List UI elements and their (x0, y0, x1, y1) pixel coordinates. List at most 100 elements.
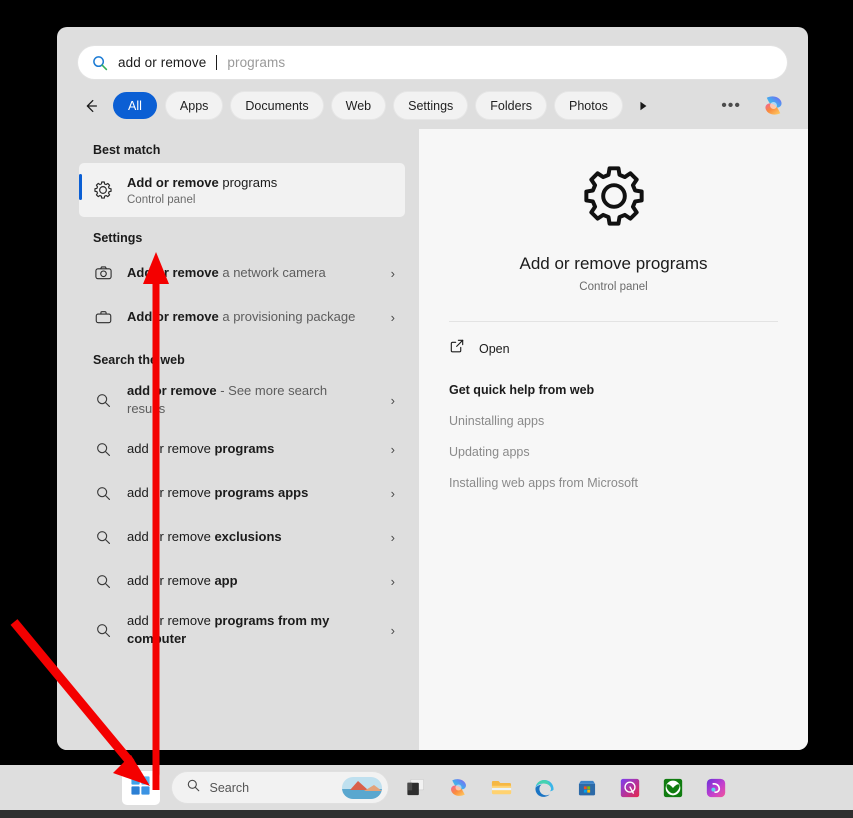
result-best-match-add-or-remove-programs[interactable]: Add or remove programs Control panel (79, 163, 405, 217)
photo-thumbnail[interactable] (341, 776, 382, 799)
result-settings-provisioning-package[interactable]: Add or remove a provisioning package › (79, 295, 405, 339)
more-options-icon[interactable]: ••• (715, 97, 747, 115)
result-title: add or remove app (127, 573, 238, 588)
microsoft-store-icon[interactable] (572, 772, 603, 803)
open-button[interactable]: Open (441, 322, 786, 359)
result-text: add or remove app (127, 572, 367, 590)
result-title-plain: add or remove (127, 613, 215, 628)
search-input[interactable]: add or remove programs (78, 46, 787, 79)
search-icon (93, 392, 113, 409)
search-icon (186, 778, 201, 798)
help-section-heading: Get quick help from web (449, 383, 595, 397)
clipchamp-icon[interactable] (701, 772, 732, 803)
result-web-see-more[interactable]: add or remove - See more search results … (79, 373, 405, 427)
copilot-icon[interactable] (760, 92, 787, 119)
taskbar-search-box[interactable]: Search (171, 772, 388, 803)
briefcase-icon (93, 308, 113, 327)
windows-search-flyout: add or remove programs All Apps Documents… (57, 27, 808, 750)
chevron-right-icon[interactable]: › (381, 530, 395, 545)
chevron-right-icon[interactable]: › (381, 486, 395, 501)
taskbar: Search (0, 765, 853, 810)
preview-header: Add or remove programs Control panel (441, 129, 786, 293)
filter-chip-settings[interactable]: Settings (394, 92, 468, 119)
filter-chip-row: All Apps Documents Web Settings Folders … (57, 79, 808, 129)
result-text: Add or remove programs Control panel (127, 174, 395, 206)
play-arrow-icon[interactable] (631, 94, 655, 118)
search-query-text: add or remove (118, 55, 207, 70)
result-text: add or remove programs apps (127, 484, 367, 502)
result-text: add or remove exclusions (127, 528, 367, 546)
help-link-installing-web-apps[interactable]: Installing web apps from Microsoft (441, 459, 786, 490)
results-list-pane: Best match Add or remove programs Contro… (57, 129, 419, 750)
result-title-plain: add or remove (127, 485, 215, 500)
edge-icon[interactable] (529, 772, 560, 803)
result-title-bold: Add or remove (127, 265, 219, 280)
filter-chip-all[interactable]: All (113, 92, 157, 119)
search-icon (93, 622, 113, 639)
section-heading-settings: Settings (93, 231, 143, 245)
chevron-right-icon[interactable]: › (381, 310, 395, 325)
filter-chip-documents[interactable]: Documents (231, 92, 323, 119)
section-heading-best-match: Best match (93, 143, 161, 157)
xbox-icon[interactable] (658, 772, 689, 803)
result-text: Add or remove a provisioning package (127, 308, 367, 326)
screen: add or remove programs All Apps Documents… (0, 0, 853, 818)
result-title-bold: Add or remove (127, 175, 219, 190)
result-title: Add or remove a network camera (127, 265, 326, 280)
result-title-bold: programs (214, 441, 275, 456)
windows-start-icon (130, 775, 151, 801)
result-web-app[interactable]: add or remove app › (79, 559, 405, 603)
screen-bottom-edge (0, 810, 853, 818)
help-link-uninstalling-apps[interactable]: Uninstalling apps (441, 397, 786, 428)
gear-icon (93, 180, 113, 200)
filter-chip-apps[interactable]: Apps (165, 92, 223, 119)
chevron-right-icon[interactable]: › (381, 574, 395, 589)
chip-label: Photos (568, 98, 608, 113)
result-title: add or remove programs apps (127, 485, 308, 500)
result-text: add or remove programs (127, 440, 367, 458)
chip-label: Web (345, 98, 372, 113)
result-title-plain: add or remove (127, 529, 215, 544)
preview-subtitle: Control panel (579, 281, 648, 293)
chevron-right-icon[interactable]: › (381, 266, 395, 281)
result-title-bold: Add or remove (127, 309, 219, 324)
chip-label: All (128, 98, 142, 113)
chip-label: Documents (245, 98, 309, 113)
result-title-plain: add or remove (127, 441, 215, 456)
gear-icon (579, 161, 649, 236)
task-view-icon[interactable] (400, 772, 431, 803)
filter-chip-photos[interactable]: Photos (554, 92, 622, 119)
result-title: Add or remove a provisioning package (127, 309, 355, 324)
chevron-right-icon[interactable]: › (381, 393, 395, 408)
phone-link-icon[interactable] (615, 772, 646, 803)
search-icon (92, 55, 108, 71)
back-arrow-icon[interactable] (78, 93, 104, 119)
search-icon (93, 529, 113, 546)
result-title-bold: add or remove (127, 383, 217, 398)
open-external-icon (449, 338, 465, 359)
taskbar-search-placeholder: Search (209, 780, 250, 795)
chip-label: Apps (179, 98, 209, 113)
result-web-programs-apps[interactable]: add or remove programs apps › (79, 471, 405, 515)
filter-chip-web[interactable]: Web (331, 92, 386, 119)
help-link-updating-apps[interactable]: Updating apps (441, 428, 786, 459)
copilot-icon[interactable] (443, 772, 474, 803)
result-web-programs-from-my-computer[interactable]: add or remove programs from my computer … (79, 603, 405, 657)
result-title: Add or remove programs (127, 175, 277, 190)
result-subtitle: Control panel (127, 194, 196, 206)
result-text: Add or remove a network camera (127, 264, 367, 282)
result-title: add or remove programs (127, 441, 274, 456)
start-button[interactable] (121, 770, 160, 805)
search-icon (93, 485, 113, 502)
file-explorer-icon[interactable] (486, 772, 517, 803)
filter-chip-folders[interactable]: Folders (476, 92, 546, 119)
chevron-right-icon[interactable]: › (381, 623, 395, 638)
result-web-programs[interactable]: add or remove programs › (79, 427, 405, 471)
result-web-exclusions[interactable]: add or remove exclusions › (79, 515, 405, 559)
preview-pane: Add or remove programs Control panel Ope… (419, 129, 808, 750)
result-title-bold: programs apps (214, 485, 309, 500)
chevron-right-icon[interactable]: › (381, 442, 395, 457)
result-settings-network-camera[interactable]: Add or remove a network camera › (79, 251, 405, 295)
text-caret (216, 55, 218, 70)
result-title: add or remove - See more search results (127, 383, 327, 416)
